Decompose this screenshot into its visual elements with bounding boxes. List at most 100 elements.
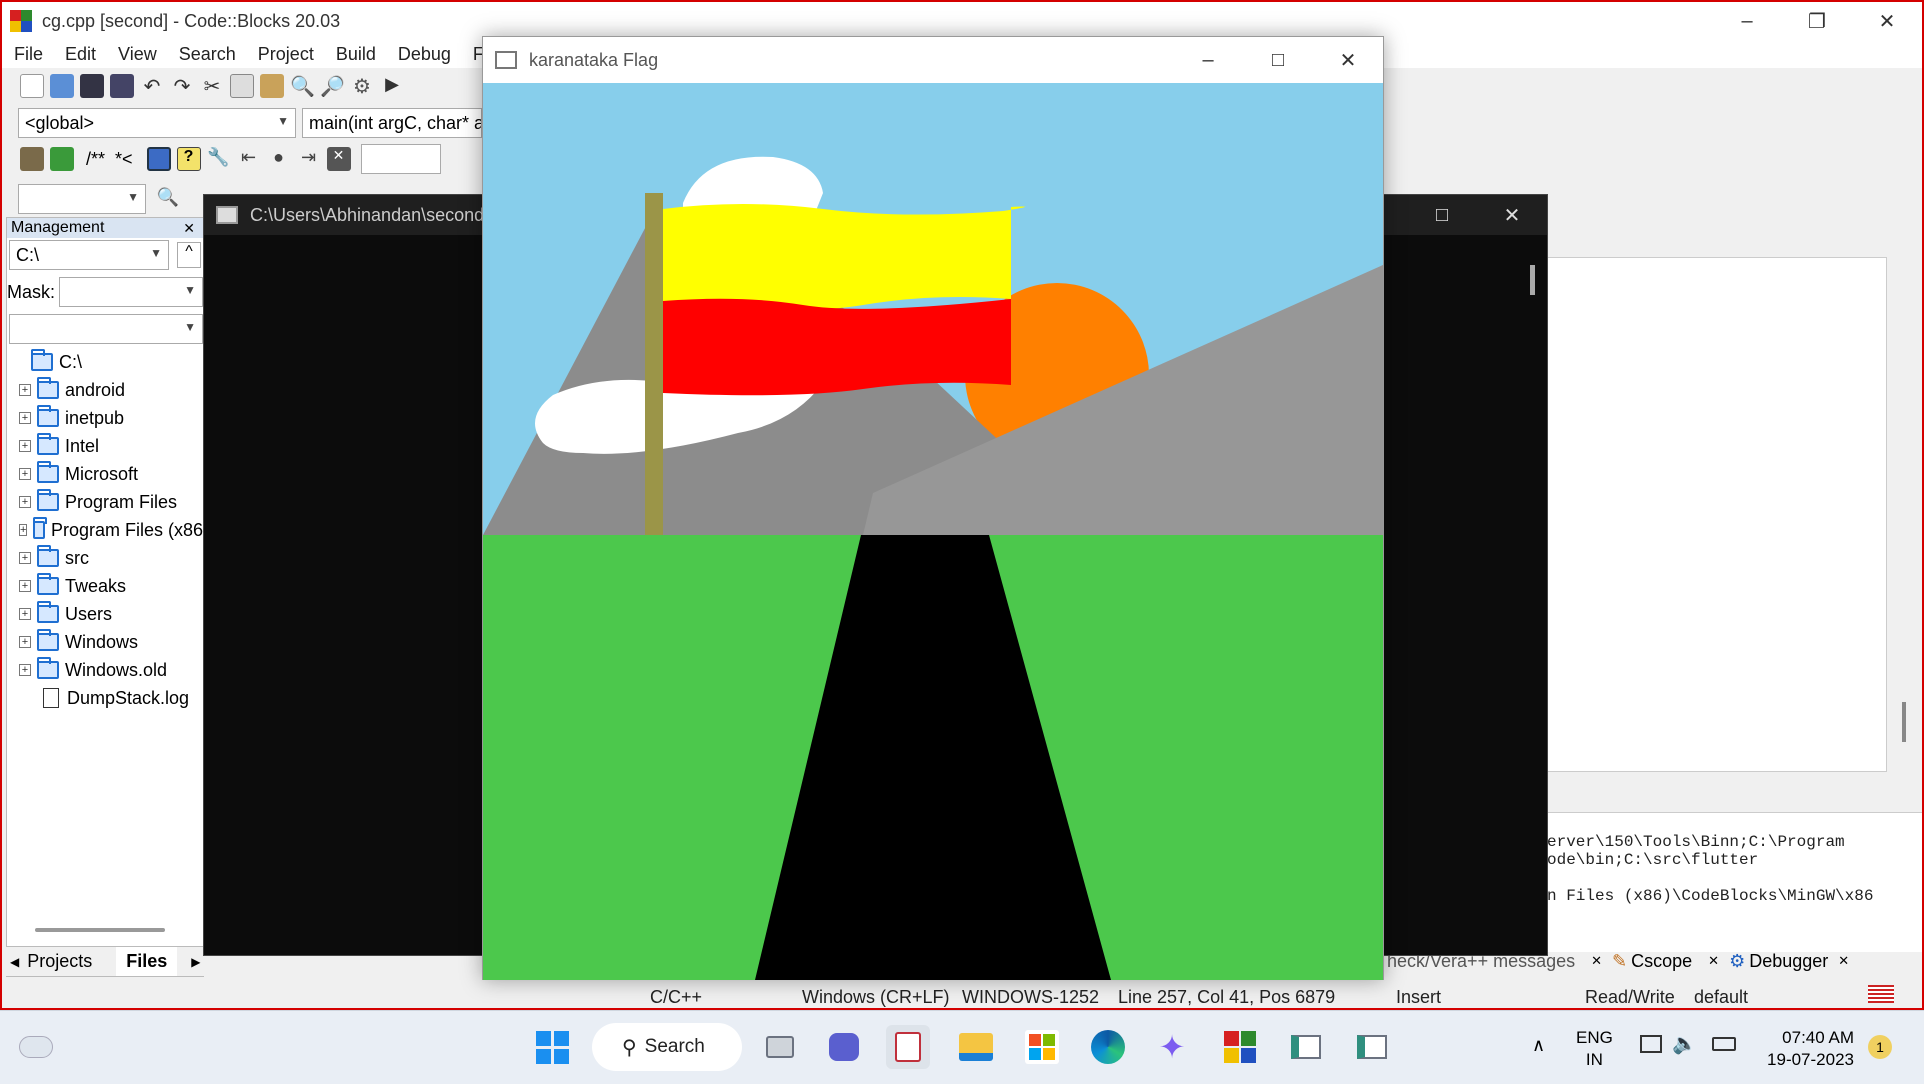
close-button[interactable]: ✕ [1852, 2, 1922, 40]
input-language[interactable]: ENG IN [1576, 1027, 1613, 1071]
undo-icon[interactable]: ↶ [140, 74, 164, 98]
expand-icon[interactable]: + [19, 664, 31, 676]
path-dropdown[interactable]: C:\ ▼ [9, 240, 169, 270]
editor-area[interactable] [1547, 257, 1887, 772]
new-file-icon[interactable] [20, 74, 44, 98]
close-icon[interactable]: ✕ [1838, 953, 1849, 969]
battery-icon[interactable] [1712, 1037, 1736, 1051]
expand-icon[interactable]: + [19, 384, 31, 396]
close-icon[interactable]: ✕ [1708, 953, 1719, 969]
close-button[interactable]: ✕ [1313, 37, 1383, 83]
minimize-button[interactable]: – [1712, 2, 1782, 40]
filter-dropdown[interactable]: ▼ [9, 314, 203, 344]
teams-chat-icon[interactable] [822, 1025, 866, 1069]
tree-item-android[interactable]: + android [7, 376, 203, 404]
microsoft-store-icon[interactable] [1020, 1025, 1064, 1069]
expand-icon[interactable]: + [19, 496, 31, 508]
tree-item-dumpstack[interactable]: DumpStack.log [7, 684, 203, 712]
notification-badge[interactable]: 1 [1868, 1035, 1892, 1059]
start-button[interactable] [530, 1025, 574, 1069]
restore-button[interactable]: ❐ [1782, 2, 1852, 40]
tab-projects[interactable]: Projects [27, 951, 92, 972]
console-taskbar-icon[interactable] [1284, 1025, 1328, 1069]
tree-item-intel[interactable]: + Intel [7, 432, 203, 460]
scope-dropdown[interactable]: <global> ▼ [18, 108, 296, 138]
run-icon[interactable]: ▶ [380, 74, 404, 98]
network-icon[interactable] [1640, 1035, 1662, 1053]
jump-back-icon[interactable]: ⇤ [237, 147, 261, 171]
search-field[interactable] [360, 144, 441, 174]
menu-edit[interactable]: Edit [65, 44, 96, 65]
tree-item-users[interactable]: + Users [7, 600, 203, 628]
bookmark-dot-icon[interactable]: ● [267, 147, 291, 171]
tree-item-windows[interactable]: + Windows [7, 628, 203, 656]
chevron-up-icon[interactable]: ∧ [1532, 1035, 1545, 1056]
tree-item-program-files-x86[interactable]: + Program Files (x86 [7, 516, 203, 544]
maximize-button[interactable]: □ [1243, 37, 1313, 83]
graphics-taskbar-icon[interactable] [1350, 1025, 1394, 1069]
plugin-icon[interactable] [20, 147, 44, 171]
expand-icon[interactable]: + [19, 608, 31, 620]
expand-icon[interactable]: + [19, 636, 31, 648]
menu-search[interactable]: Search [179, 44, 236, 65]
expand-icon[interactable]: + [19, 524, 28, 536]
tab-scroll-left-icon[interactable]: ◀ [10, 955, 19, 969]
jump-forward-icon[interactable]: ⇥ [297, 147, 321, 171]
edge-browser-icon[interactable] [1086, 1025, 1130, 1069]
close-icon[interactable]: ✕ [1591, 953, 1602, 969]
close-icon[interactable]: ✕ [183, 220, 195, 237]
build-gear-icon[interactable]: ⚙ [350, 74, 374, 98]
html-icon[interactable] [146, 147, 171, 171]
replace-icon[interactable]: 🔎 [320, 74, 345, 98]
clear-icon[interactable]: ✕ [326, 147, 351, 171]
help-icon[interactable]: ? [176, 147, 201, 171]
expand-icon[interactable]: + [19, 580, 31, 592]
taskbar-search[interactable]: ⚲ Search [592, 1023, 742, 1071]
tree-item-microsoft[interactable]: + Microsoft [7, 460, 203, 488]
menu-view[interactable]: View [118, 44, 157, 65]
tab-cscope[interactable]: Cscope [1631, 951, 1692, 972]
tab-files[interactable]: Files [116, 947, 178, 976]
paste-icon[interactable] [260, 74, 284, 98]
find-icon[interactable]: 🔍 [290, 74, 315, 98]
save-icon[interactable] [80, 74, 104, 98]
minimize-button[interactable]: – [1173, 37, 1243, 83]
tree-item-program-files[interactable]: + Program Files [7, 488, 203, 516]
file-explorer-icon[interactable] [954, 1025, 998, 1069]
task-view-icon[interactable] [758, 1025, 802, 1069]
tree-item-inetpub[interactable]: + inetpub [7, 404, 203, 432]
tree-item-src[interactable]: + src [7, 544, 203, 572]
tree-item-tweaks[interactable]: + Tweaks [7, 572, 203, 600]
menu-debug[interactable]: Debug [398, 44, 451, 65]
cut-icon[interactable]: ✂ [200, 74, 224, 98]
tree-item-windows-old[interactable]: + Windows.old [7, 656, 203, 684]
zoom-icon[interactable]: 🔍 [156, 187, 180, 211]
save-all-icon[interactable] [110, 74, 134, 98]
menu-project[interactable]: Project [258, 44, 314, 65]
up-directory-button[interactable]: ^ [177, 242, 201, 268]
tab-debugger[interactable]: Debugger [1749, 951, 1828, 972]
console-scrollbar[interactable] [1530, 265, 1535, 295]
menu-file[interactable]: File [14, 44, 43, 65]
redo-icon[interactable]: ↷ [170, 74, 194, 98]
open-icon[interactable] [50, 74, 74, 98]
target-dropdown[interactable]: ▼ [18, 184, 146, 214]
tree-root[interactable]: C:\ [7, 348, 203, 376]
copy-icon[interactable] [230, 74, 254, 98]
weather-icon[interactable] [14, 1025, 58, 1069]
menu-build[interactable]: Build [336, 44, 376, 65]
wrench-icon[interactable]: 🔧 [207, 147, 231, 171]
volume-icon[interactable]: 🔈 [1672, 1031, 1697, 1056]
function-dropdown[interactable]: main(int argC, char* ar [302, 108, 482, 138]
mask-input[interactable]: ▼ [59, 277, 203, 307]
tab-scroll-right-icon[interactable]: ▶ [191, 955, 200, 969]
snipping-tool-icon[interactable] [886, 1025, 930, 1069]
expand-icon[interactable]: + [19, 468, 31, 480]
horizontal-scrollbar[interactable] [35, 928, 165, 932]
copilot-icon[interactable]: ✦ [1150, 1025, 1194, 1069]
editor-scrollbar[interactable] [1902, 702, 1906, 742]
doxy-comment-block-button[interactable]: /** [86, 149, 105, 170]
expand-icon[interactable]: + [19, 440, 31, 452]
doxywizard-icon[interactable] [50, 147, 74, 171]
doxy-comment-line-button[interactable]: *< [115, 149, 133, 170]
